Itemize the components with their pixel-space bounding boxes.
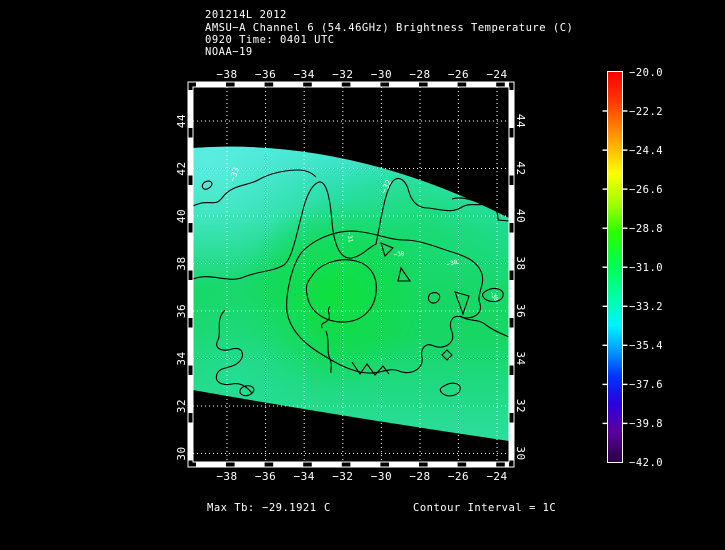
plot-page: 201214L 2012 AMSU−A Channel 6 (54.46GHz)… bbox=[0, 0, 725, 550]
colorbar-tick-label: −31.0 bbox=[629, 262, 663, 274]
contour-interval-text: Contour Interval = 1C bbox=[413, 502, 556, 514]
lat-tick-label: 34 bbox=[175, 351, 188, 365]
lat-tick-label: 42 bbox=[514, 161, 527, 175]
colorbar-tick-label: −37.6 bbox=[629, 379, 663, 391]
colorbar-tick-label: −20.0 bbox=[629, 67, 663, 79]
lon-tick-label: −26 bbox=[448, 68, 469, 81]
lat-tick-label: 42 bbox=[175, 161, 188, 175]
title-block: 201214L 2012 AMSU−A Channel 6 (54.46GHz)… bbox=[205, 9, 573, 58]
lon-tick-label: −34 bbox=[294, 470, 315, 483]
lat-labels-right: 44 42 40 38 36 34 32 30 bbox=[514, 114, 527, 461]
lat-tick-label: 38 bbox=[514, 256, 527, 270]
lon-tick-label: −28 bbox=[409, 68, 430, 81]
colorbar-gradient bbox=[607, 71, 623, 463]
lat-tick-label: 44 bbox=[175, 114, 188, 128]
lon-tick-label: −36 bbox=[255, 68, 276, 81]
lat-tick-label: 34 bbox=[514, 351, 527, 365]
max-tb-value: −29.1921 bbox=[262, 502, 317, 514]
colorbar-tick-label: −26.6 bbox=[629, 184, 663, 196]
satellite-text: NOAA−19 bbox=[205, 46, 253, 58]
lon-labels-bottom: −38 −36 −34 −32 −30 −28 −26 −24 bbox=[216, 470, 507, 483]
lon-tick-label: −32 bbox=[332, 470, 353, 483]
lon-tick-label: −36 bbox=[255, 470, 276, 483]
time-text: 0920 Time: 0401 UTC bbox=[205, 34, 335, 46]
lon-tick-label: −24 bbox=[486, 68, 507, 81]
plot-canvas: 201214L 2012 AMSU−A Channel 6 (54.46GHz)… bbox=[175, 9, 663, 514]
colorbar-tick-label: −22.2 bbox=[629, 106, 663, 118]
colorbar-tick-label: −28.8 bbox=[629, 223, 663, 235]
max-tb-label: Max Tb: bbox=[207, 502, 255, 514]
colorbar-labels: −20.0 −22.2 −24.4 −26.6 −28.8 −31.0 −33.… bbox=[629, 67, 663, 469]
lat-tick-label: 36 bbox=[175, 304, 188, 318]
lon-tick-label: −24 bbox=[486, 470, 507, 483]
storm-id-text: 201214L 2012 bbox=[205, 9, 287, 21]
lat-labels-left: 44 42 40 38 36 34 32 30 bbox=[175, 114, 188, 461]
colorbar-tick-label: −33.2 bbox=[629, 301, 663, 313]
lat-tick-label: 30 bbox=[514, 446, 527, 460]
footer: Max Tb: −29.1921 C Contour Interval = 1C bbox=[207, 502, 556, 514]
lat-tick-label: 44 bbox=[514, 114, 527, 128]
lon-labels-top: −38 −36 −34 −32 −30 −28 −26 −24 bbox=[216, 68, 507, 81]
lon-tick-label: −30 bbox=[371, 470, 392, 483]
plot-title-text: AMSU−A Channel 6 (54.46GHz) Brightness T… bbox=[205, 22, 573, 34]
lon-tick-label: −30 bbox=[371, 68, 392, 81]
lat-tick-label: 38 bbox=[175, 256, 188, 270]
lon-tick-label: −28 bbox=[409, 470, 430, 483]
lon-tick-label: −34 bbox=[294, 68, 315, 81]
lat-tick-label: 40 bbox=[175, 209, 188, 223]
colorbar-tick-label: −24.4 bbox=[629, 145, 663, 157]
lat-tick-label: 36 bbox=[514, 304, 527, 318]
lon-tick-label: −38 bbox=[216, 470, 237, 483]
colorbar: −20.0 −22.2 −24.4 −26.6 −28.8 −31.0 −33.… bbox=[602, 67, 663, 469]
lon-tick-label: −26 bbox=[448, 470, 469, 483]
lat-tick-label: 32 bbox=[514, 399, 527, 413]
colorbar-tick-label: −35.4 bbox=[629, 340, 663, 352]
lon-tick-label: −32 bbox=[332, 68, 353, 81]
lat-tick-label: 32 bbox=[175, 399, 188, 413]
colorbar-tick-label: −39.8 bbox=[629, 418, 663, 430]
colorbar-tick-label: −42.0 bbox=[629, 457, 663, 469]
max-tb-unit: C bbox=[324, 502, 331, 514]
lat-tick-label: 30 bbox=[175, 446, 188, 460]
lat-tick-label: 40 bbox=[514, 209, 527, 223]
lon-tick-label: −38 bbox=[216, 68, 237, 81]
